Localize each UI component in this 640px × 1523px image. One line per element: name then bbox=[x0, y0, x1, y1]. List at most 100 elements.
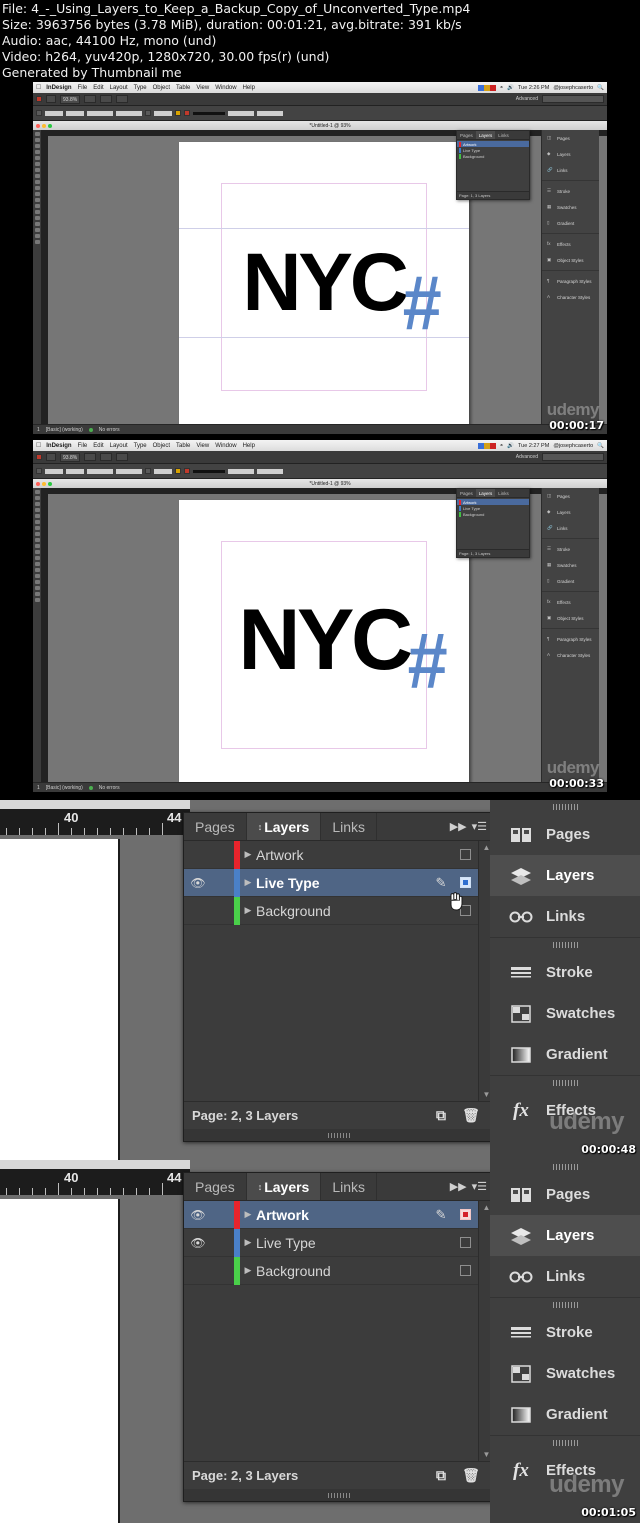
spotlight-icon[interactable]: 🔍 bbox=[597, 443, 604, 449]
volume-icon[interactable]: 🔊 bbox=[507, 443, 514, 449]
page-tool-icon[interactable] bbox=[84, 95, 97, 103]
menu-item-window[interactable]: Window bbox=[215, 443, 236, 449]
opacity-field[interactable] bbox=[228, 110, 254, 116]
layers-list[interactable]: ▶ Artwork 👁 ▶ Live Type ✎ ▶ Background bbox=[184, 840, 478, 925]
gradient-tool-icon[interactable] bbox=[34, 562, 40, 566]
height-field[interactable] bbox=[116, 110, 142, 116]
wifi-icon[interactable]: ◓ bbox=[500, 85, 503, 91]
menu-item-file[interactable]: File bbox=[78, 85, 88, 91]
scale-field[interactable] bbox=[154, 468, 172, 474]
mini-dock-item-stroke[interactable]: ☰ Stroke bbox=[542, 183, 599, 199]
target-indicator[interactable] bbox=[452, 1237, 478, 1248]
layer-row-live-type[interactable]: 👁 ▶ Live Type ✎ bbox=[184, 868, 478, 897]
window-controls[interactable] bbox=[36, 481, 52, 486]
zoom-tool-icon[interactable] bbox=[34, 228, 40, 232]
close-icon[interactable] bbox=[36, 123, 40, 128]
width-field[interactable] bbox=[87, 468, 113, 474]
dock-item-layers[interactable]: Layers bbox=[490, 855, 640, 896]
opacity-field[interactable] bbox=[228, 468, 254, 474]
target-indicator[interactable] bbox=[452, 849, 478, 860]
object-style-field[interactable] bbox=[257, 110, 283, 116]
type-tool-icon[interactable] bbox=[34, 156, 40, 160]
visibility-toggle-icon[interactable]: 👁 bbox=[184, 1236, 212, 1250]
dock-item-links[interactable]: Links bbox=[490, 1256, 640, 1297]
mini-dock-item-links[interactable]: 🔗 Links bbox=[542, 162, 599, 178]
dock-item-swatches[interactable]: Swatches bbox=[490, 993, 640, 1034]
panel-resize-grip[interactable] bbox=[184, 1489, 494, 1501]
close-icon[interactable] bbox=[36, 481, 40, 486]
panel-dock[interactable]: Pages Layers Links Stroke Swatches Gradi… bbox=[490, 800, 640, 1160]
selection-tool-icon[interactable] bbox=[34, 132, 40, 136]
dock-item-pages[interactable]: Pages bbox=[490, 814, 640, 855]
mini-layers-panel[interactable]: Pages Layers Links Artwork Live Type Bac… bbox=[456, 130, 530, 200]
panel-menu-icon[interactable]: ▾☰ bbox=[472, 820, 487, 833]
dock-item-swatches[interactable]: Swatches bbox=[490, 1353, 640, 1394]
stroke-swatch[interactable] bbox=[184, 110, 190, 116]
reference-point-icon[interactable] bbox=[36, 110, 42, 116]
menu-item-type[interactable]: Type bbox=[134, 85, 147, 91]
expand-arrow-icon[interactable]: ▶ bbox=[240, 1237, 256, 1248]
page-tool-icon[interactable] bbox=[34, 144, 40, 148]
y-field[interactable] bbox=[66, 468, 84, 474]
layer-row-live-type[interactable]: 👁 ▶ Live Type bbox=[184, 1228, 478, 1257]
target-indicator[interactable] bbox=[452, 1209, 478, 1220]
align-tool-icon[interactable] bbox=[100, 95, 113, 103]
menu-item-edit[interactable]: Edit bbox=[93, 85, 103, 91]
mini-dock-item-gradient[interactable]: ▯ Gradient bbox=[542, 573, 599, 589]
delete-layer-icon[interactable]: 🗑 bbox=[456, 1467, 486, 1484]
panel-tab-bar[interactable]: Pages ↕ Layers Links ▶▶ ▾☰ bbox=[184, 813, 494, 841]
dock-item-links[interactable]: Links bbox=[490, 896, 640, 937]
dock-grip[interactable] bbox=[490, 1298, 640, 1312]
expand-arrow-icon[interactable]: ▶ bbox=[240, 1209, 256, 1220]
mini-tab-links[interactable]: Links bbox=[495, 489, 512, 497]
rectangle-frame-tool-icon[interactable] bbox=[34, 538, 40, 542]
panel-resize-grip[interactable] bbox=[184, 1129, 494, 1141]
gradient-tool-icon[interactable] bbox=[34, 204, 40, 208]
menu-item-edit[interactable]: Edit bbox=[93, 443, 103, 449]
mini-dock-item-swatches[interactable]: ▦ Swatches bbox=[542, 199, 599, 215]
type-tool-icon[interactable] bbox=[34, 514, 40, 518]
dock-grip[interactable] bbox=[490, 1160, 640, 1174]
note-tool-icon[interactable] bbox=[34, 210, 40, 214]
mini-dock-item-character-styles[interactable]: A Character Styles bbox=[542, 647, 599, 663]
visibility-toggle-icon[interactable]: 👁 bbox=[184, 1208, 212, 1222]
visibility-toggle-icon[interactable]: 👁 bbox=[184, 876, 212, 890]
pen-tool-icon[interactable] bbox=[34, 526, 40, 530]
panel-menu-icon[interactable]: ▾☰ bbox=[472, 1180, 487, 1193]
dock-grip[interactable] bbox=[490, 938, 640, 952]
menu-item-table[interactable]: Table bbox=[176, 443, 190, 449]
fill-swatch[interactable] bbox=[175, 110, 181, 116]
spotlight-icon[interactable]: 🔍 bbox=[597, 85, 604, 91]
mini-tab-pages[interactable]: Pages bbox=[457, 131, 476, 139]
page-tool-icon[interactable] bbox=[84, 453, 97, 461]
window-controls[interactable] bbox=[36, 123, 52, 128]
page-tool-icon[interactable] bbox=[34, 502, 40, 506]
pencil-tool-icon[interactable] bbox=[34, 174, 40, 178]
layer-row-background[interactable]: ▶ Background bbox=[184, 896, 478, 925]
eyedropper-tool-icon[interactable] bbox=[34, 216, 40, 220]
dock-item-stroke[interactable]: Stroke bbox=[490, 1312, 640, 1353]
line-tool-icon[interactable] bbox=[34, 520, 40, 524]
collapse-icon[interactable]: ▶▶ bbox=[450, 1180, 467, 1193]
layer-row-background[interactable]: ▶ Background bbox=[184, 1256, 478, 1285]
collapse-icon[interactable]: ▶▶ bbox=[450, 820, 467, 833]
zoom-window-icon[interactable] bbox=[48, 123, 52, 128]
expand-arrow-icon[interactable]: ▶ bbox=[240, 849, 256, 860]
zoom-window-icon[interactable] bbox=[48, 481, 52, 486]
align-tool-icon[interactable] bbox=[100, 453, 113, 461]
control-tool-icon[interactable] bbox=[46, 95, 56, 103]
mini-tab-pages[interactable]: Pages bbox=[457, 489, 476, 497]
direct-selection-tool-icon[interactable] bbox=[34, 138, 40, 142]
mini-dock-item-layers[interactable]: ◆ Layers bbox=[542, 146, 599, 162]
user-label[interactable]: @josephcaserto bbox=[553, 85, 593, 91]
search-input[interactable] bbox=[542, 95, 604, 103]
mini-layers-list[interactable]: Artwork Live Type Background bbox=[457, 498, 529, 518]
artwork-group[interactable]: NYC # bbox=[179, 584, 469, 701]
menu-item-indesign[interactable]: InDesign bbox=[46, 85, 71, 91]
dock-item-stroke[interactable]: Stroke bbox=[490, 952, 640, 993]
selection-tool-icon[interactable] bbox=[34, 490, 40, 494]
mini-dock-item-stroke[interactable]: ☰ Stroke bbox=[542, 541, 599, 557]
minimize-icon[interactable] bbox=[42, 123, 46, 128]
mini-dock-item-paragraph-styles[interactable]: ¶ Paragraph Styles bbox=[542, 631, 599, 647]
line-tool-icon[interactable] bbox=[34, 162, 40, 166]
